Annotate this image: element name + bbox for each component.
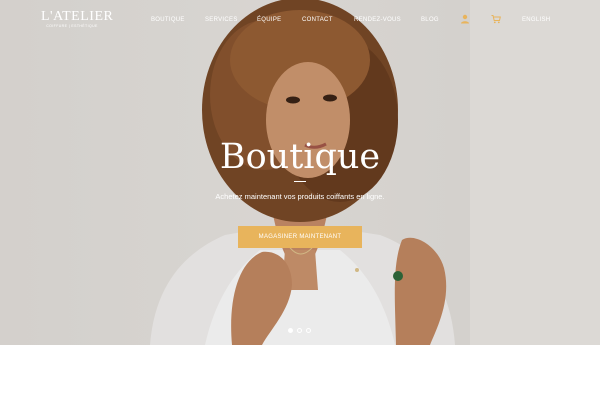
nav-item-boutique[interactable]: Boutique	[151, 15, 185, 25]
nav-item-contact[interactable]: Contact	[302, 15, 333, 25]
nav-item-blog[interactable]: Blog	[421, 15, 439, 25]
nav-item-rendez-vous[interactable]: Rendez-vous	[354, 15, 401, 25]
language-switch[interactable]: English	[522, 15, 550, 25]
slider-dots	[288, 328, 314, 334]
user-icon[interactable]	[460, 14, 470, 24]
hero-banner: L'ATELIER COIFFURE | ESTHÉTIQUE Boutique…	[0, 0, 600, 345]
shop-now-button[interactable]: Magasiner maintenant	[238, 226, 362, 248]
slide-dot-1[interactable]	[288, 328, 293, 333]
cart-icon[interactable]	[491, 14, 501, 24]
main-nav: Boutique Services Équipe Contact Rendez-…	[0, 15, 600, 27]
nav-item-services[interactable]: Services	[205, 15, 238, 25]
nav-item-equipe[interactable]: Équipe	[257, 15, 281, 25]
hero-subtitle: Achetez maintenant vos produits coiffant…	[215, 192, 385, 201]
slide-dot-2[interactable]	[297, 328, 302, 333]
hero-title: Boutique	[219, 137, 381, 177]
title-divider	[294, 181, 306, 182]
slide-dot-3[interactable]	[306, 328, 311, 333]
